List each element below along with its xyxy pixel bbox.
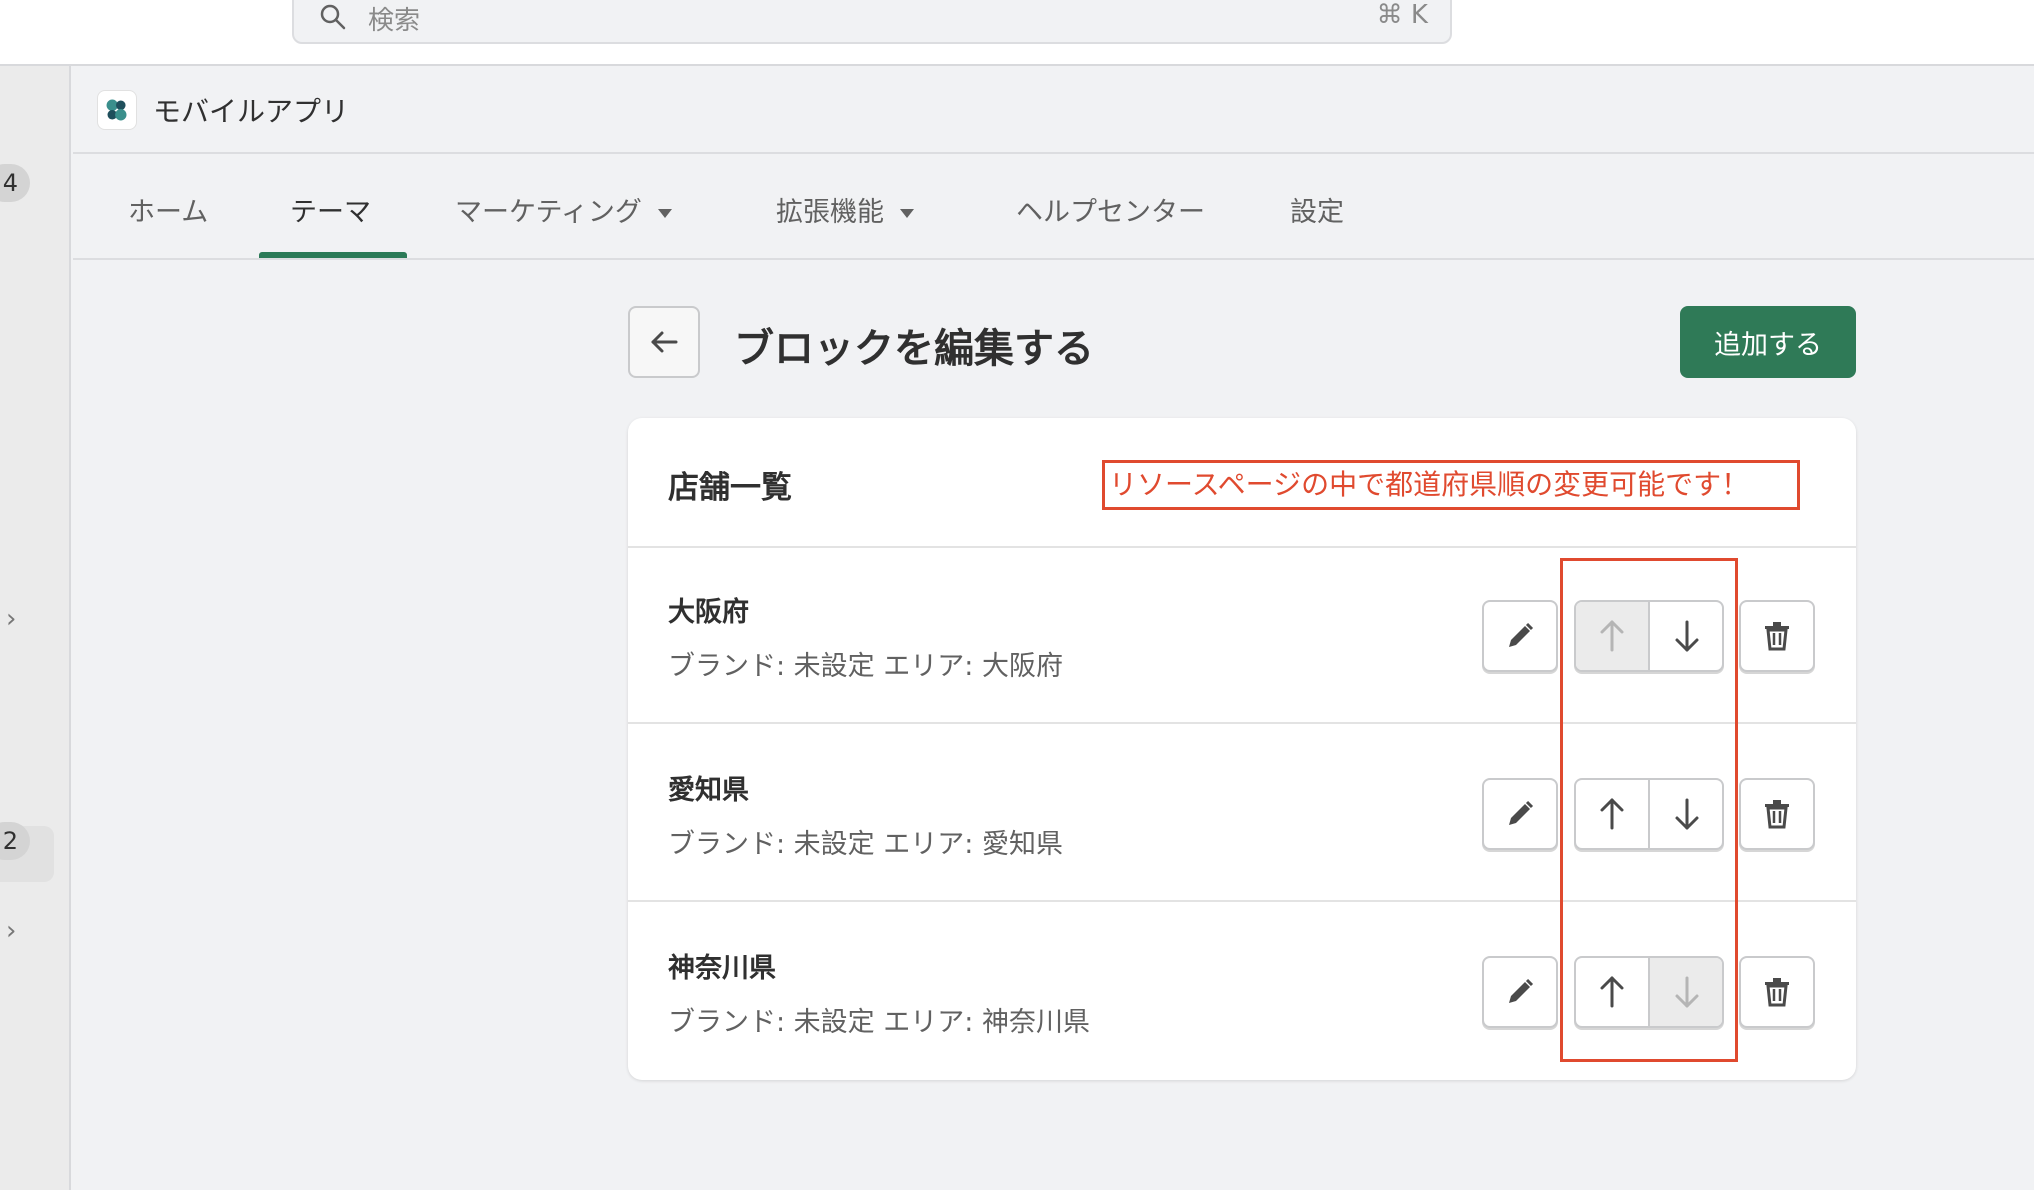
app-logo xyxy=(97,90,137,130)
move-down-button[interactable] xyxy=(1650,780,1722,848)
search-shortcut: ⌘ K xyxy=(1376,0,1428,30)
sidebar: 4 › 2 › xyxy=(0,66,71,1190)
back-button[interactable] xyxy=(628,306,700,378)
arrow-left-icon xyxy=(651,331,678,353)
row-title: 神奈川県 xyxy=(668,953,776,984)
tab-extensions[interactable]: 拡張機能 xyxy=(776,190,914,229)
search-input[interactable]: 検索 ⌘ K xyxy=(292,0,1452,44)
edit-button[interactable] xyxy=(1482,600,1558,672)
row-title: 大阪府 xyxy=(668,597,749,628)
active-tab-indicator xyxy=(259,252,407,258)
arrow-down-icon xyxy=(1675,798,1699,830)
reorder-buttons xyxy=(1574,956,1724,1028)
arrow-down-icon xyxy=(1675,620,1699,652)
chevron-right-icon[interactable]: › xyxy=(6,916,16,946)
arrow-down-icon xyxy=(1675,976,1699,1008)
top-bar: 検索 ⌘ K xyxy=(0,0,2034,66)
tab-help-center[interactable]: ヘルプセンター xyxy=(1016,190,1205,229)
search-placeholder: 検索 xyxy=(368,6,421,36)
tab-marketing[interactable]: マーケティング xyxy=(455,190,672,229)
page-title: ブロックを編集する xyxy=(734,326,1094,372)
row-detail: ブランド: 未設定 エリア: 愛知県 xyxy=(668,829,1063,860)
tab-settings[interactable]: 設定 xyxy=(1290,190,1344,229)
edit-button[interactable] xyxy=(1482,956,1558,1028)
pencil-icon xyxy=(1509,622,1534,647)
divider xyxy=(628,546,1856,548)
pencil-icon xyxy=(1509,978,1534,1003)
tab-theme[interactable]: テーマ xyxy=(290,190,371,229)
tab-bar: ホーム テーマ マーケティング 拡張機能 ヘルプセンター 設定 xyxy=(73,156,2034,260)
move-down-button[interactable] xyxy=(1650,958,1722,1026)
trash-icon xyxy=(1765,978,1789,1007)
reorder-buttons xyxy=(1574,600,1724,672)
search-icon xyxy=(320,4,346,30)
row-title: 愛知県 xyxy=(668,775,749,806)
delete-button[interactable] xyxy=(1739,956,1815,1028)
reorder-buttons xyxy=(1574,778,1724,850)
store-list-card: 店舗一覧 リソースページの中で都道府県順の変更可能です！ 大阪府 ブランド: 未… xyxy=(628,418,1856,1080)
annotation-note: リソースページの中で都道府県順の変更可能です！ xyxy=(1102,460,1800,510)
card-title: 店舗一覧 xyxy=(668,470,792,506)
arrow-up-icon xyxy=(1600,976,1624,1008)
row-detail: ブランド: 未設定 エリア: 大阪府 xyxy=(668,651,1063,682)
app-title: モバイルアプリ xyxy=(153,95,350,128)
trash-icon xyxy=(1765,622,1789,651)
tab-home[interactable]: ホーム xyxy=(128,190,208,229)
arrow-up-icon xyxy=(1600,798,1624,830)
move-up-button[interactable] xyxy=(1576,958,1650,1026)
move-up-button[interactable] xyxy=(1576,780,1650,848)
move-down-button[interactable] xyxy=(1650,602,1722,670)
edit-button[interactable] xyxy=(1482,778,1558,850)
delete-button[interactable] xyxy=(1739,778,1815,850)
caret-down-icon xyxy=(657,209,672,218)
divider xyxy=(628,722,1856,724)
row-detail: ブランド: 未設定 エリア: 神奈川県 xyxy=(668,1007,1090,1038)
sidebar-badge: 4 xyxy=(0,164,30,202)
arrow-up-icon xyxy=(1600,620,1624,652)
chevron-right-icon[interactable]: › xyxy=(6,604,16,634)
move-up-button[interactable] xyxy=(1576,602,1650,670)
trash-icon xyxy=(1765,800,1789,829)
pencil-icon xyxy=(1509,800,1534,825)
divider xyxy=(628,900,1856,902)
add-button[interactable]: 追加する xyxy=(1680,306,1856,378)
caret-down-icon xyxy=(900,209,914,218)
delete-button[interactable] xyxy=(1739,600,1815,672)
app-header: モバイルアプリ xyxy=(73,68,2034,154)
